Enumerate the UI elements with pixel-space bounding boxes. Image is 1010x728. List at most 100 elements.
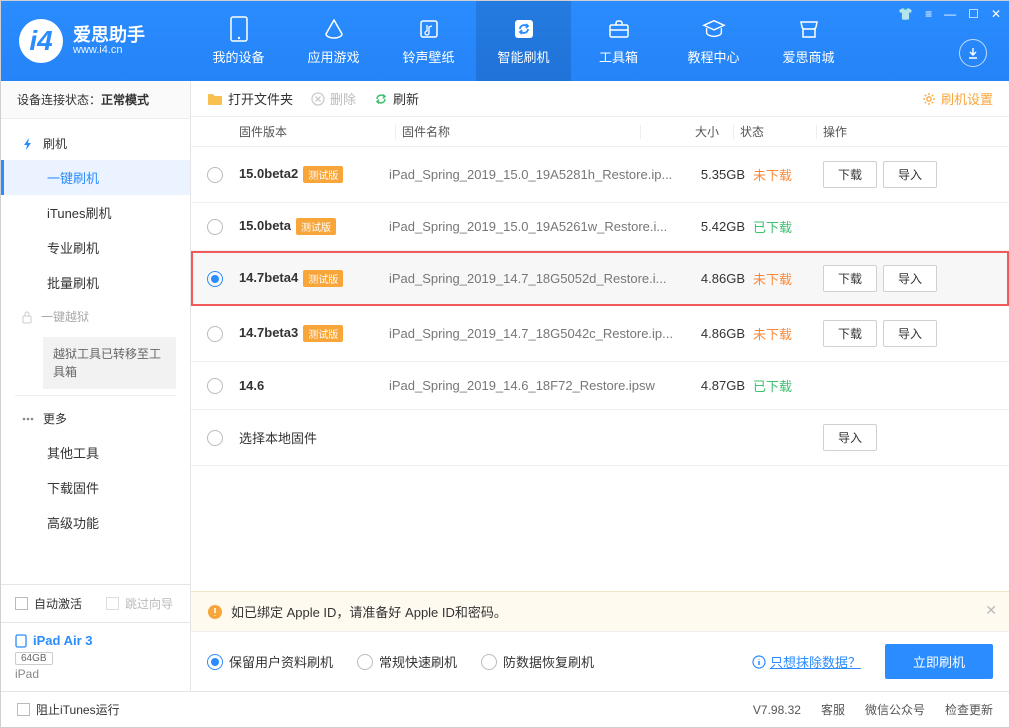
fw-filename: iPad_Spring_2019_14.7_18G5052d_Restore.i…	[389, 271, 673, 286]
nav-ringtones[interactable]: 铃声壁纸	[381, 1, 476, 81]
sidebar-group-jailbreak: 一键越狱	[1, 300, 190, 333]
auto-activate-checkbox[interactable]	[15, 597, 28, 610]
fw-filename: iPad_Spring_2019_14.6_18F72_Restore.ipsw	[389, 378, 673, 393]
device-storage: 64GB	[15, 652, 53, 665]
option-bar: 保留用户资料刷机 常规快速刷机 防数据恢复刷机 只想抹除数据？ 立即刷机	[191, 631, 1009, 691]
radio-icon[interactable]	[207, 271, 223, 287]
beta-badge: 测试版	[296, 218, 336, 235]
sidebar-item-download-fw[interactable]: 下载固件	[1, 470, 190, 505]
warning-icon	[207, 604, 223, 620]
fw-status: 未下载	[753, 269, 823, 288]
th-version: 固件版本	[239, 123, 389, 140]
nav-store[interactable]: 爱思商城	[761, 1, 856, 81]
flash-settings-button[interactable]: 刷机设置	[922, 89, 993, 108]
sidebar-group-more[interactable]: 更多	[1, 402, 190, 435]
sidebar-item-other-tools[interactable]: 其他工具	[1, 435, 190, 470]
footer-wechat[interactable]: 微信公众号	[865, 701, 925, 718]
block-itunes-checkbox[interactable]	[17, 703, 30, 716]
nav-apps[interactable]: 应用游戏	[286, 1, 381, 81]
firmware-row[interactable]: 14.7beta3 测试版 iPad_Spring_2019_14.7_18G504…	[191, 306, 1009, 362]
skip-guide-checkbox[interactable]	[106, 597, 119, 610]
more-icon	[21, 412, 35, 426]
menu-icon[interactable]: ≡	[925, 7, 932, 21]
sidebar-item-advanced[interactable]: 高级功能	[1, 505, 190, 540]
firmware-row[interactable]: 15.0beta2测试版iPad_Spring_2019_15.0_19A528…	[191, 147, 1009, 203]
close-icon[interactable]: ✕	[991, 7, 1001, 21]
download-button[interactable]: 下载	[823, 161, 877, 188]
delete-icon	[311, 92, 325, 106]
fw-size: 4.87GB	[673, 378, 753, 393]
radio-icon	[481, 654, 497, 670]
firmware-row[interactable]: 14.7beta4测试版iPad_Spring_2019_14.7_18G505…	[191, 251, 1009, 306]
sidebar-item-oneclick-flash[interactable]: 一键刷机	[1, 160, 190, 195]
window-controls: 👕 ≡ — ☐ ✕	[898, 7, 1001, 21]
logo-icon: i4	[19, 19, 63, 63]
fw-size: 5.42GB	[673, 219, 753, 234]
tshirt-icon[interactable]: 👕	[898, 7, 913, 21]
checkbox-row-activate: 自动激活 跳过向导	[1, 585, 190, 622]
option-keep-data[interactable]: 保留用户资料刷机	[207, 652, 333, 671]
sidebar-item-pro-flash[interactable]: 专业刷机	[1, 230, 190, 265]
th-size: 大小	[647, 123, 727, 140]
notice-close-icon[interactable]: ✕	[985, 602, 997, 619]
brand-url: www.i4.cn	[73, 44, 145, 56]
maximize-icon[interactable]: ☐	[968, 7, 979, 21]
ringtone-icon	[417, 17, 441, 41]
radio-icon[interactable]	[207, 167, 223, 183]
option-fast-flash[interactable]: 常规快速刷机	[357, 652, 457, 671]
import-button[interactable]: 导入	[883, 320, 937, 347]
th-status: 状态	[740, 123, 810, 140]
footer-version: V7.98.32	[753, 703, 801, 717]
radio-icon[interactable]	[207, 430, 223, 446]
radio-icon	[357, 654, 373, 670]
firmware-row[interactable]: 15.0beta测试版iPad_Spring_2019_15.0_19A5261…	[191, 203, 1009, 251]
store-icon	[797, 17, 821, 41]
import-button[interactable]: 导入	[883, 161, 937, 188]
toolbar: 打开文件夹 删除 刷新 刷机设置	[191, 81, 1009, 117]
nav-tutorials[interactable]: 教程中心	[666, 1, 761, 81]
tutorial-icon	[702, 17, 726, 41]
device-icon	[227, 17, 251, 41]
radio-icon[interactable]	[207, 219, 223, 235]
fw-version: 15.0beta	[239, 218, 291, 233]
firmware-list: 15.0beta2测试版iPad_Spring_2019_15.0_19A528…	[191, 147, 1009, 591]
option-antirecovery[interactable]: 防数据恢复刷机	[481, 652, 594, 671]
device-info[interactable]: iPad Air 3 64GB iPad	[1, 622, 190, 691]
import-button[interactable]: 导入	[883, 265, 937, 292]
sidebar-item-itunes-flash[interactable]: iTunes刷机	[1, 195, 190, 230]
connection-status: 设备连接状态：正常模式	[1, 81, 190, 119]
minimize-icon[interactable]: —	[944, 7, 956, 21]
flash-now-button[interactable]: 立即刷机	[885, 644, 993, 679]
radio-icon[interactable]	[207, 326, 223, 342]
fw-status: 未下载	[753, 165, 823, 184]
footer-service[interactable]: 客服	[821, 701, 845, 718]
nav-flash[interactable]: 智能刷机	[476, 1, 571, 81]
top-nav: 我的设备 应用游戏 铃声壁纸 智能刷机 工具箱 教程中心 爱思商城	[191, 1, 856, 81]
sidebar-group-flash[interactable]: 刷机	[1, 127, 190, 160]
footer-update[interactable]: 检查更新	[945, 701, 993, 718]
import-button[interactable]: 导入	[823, 424, 877, 451]
fw-version: 15.0beta2	[239, 166, 298, 181]
sidebar-item-batch-flash[interactable]: 批量刷机	[1, 265, 190, 300]
download-button[interactable]: 下载	[823, 320, 877, 347]
fw-version: 14.7beta3	[239, 325, 298, 340]
local-firmware-row[interactable]: 选择本地固件导入	[191, 410, 1009, 466]
refresh-button[interactable]: 刷新	[374, 89, 419, 108]
lock-icon	[21, 310, 33, 324]
beta-badge: 测试版	[303, 325, 343, 342]
folder-icon	[207, 92, 223, 106]
nav-toolbox[interactable]: 工具箱	[571, 1, 666, 81]
radio-icon[interactable]	[207, 378, 223, 394]
th-name: 固件名称	[402, 123, 634, 140]
flash-icon	[512, 17, 536, 41]
gear-icon	[922, 92, 936, 106]
jailbreak-note: 越狱工具已转移至工具箱	[43, 337, 176, 389]
open-folder-button[interactable]: 打开文件夹	[207, 89, 293, 108]
download-button[interactable]: 下载	[823, 265, 877, 292]
fw-filename: iPad_Spring_2019_14.7_18G5042c_Restore.i…	[389, 326, 673, 341]
beta-badge: 测试版	[303, 270, 343, 287]
nav-my-device[interactable]: 我的设备	[191, 1, 286, 81]
download-circle-icon[interactable]	[959, 39, 987, 67]
erase-data-link[interactable]: 只想抹除数据？	[752, 652, 861, 671]
firmware-row[interactable]: 14.6iPad_Spring_2019_14.6_18F72_Restore.…	[191, 362, 1009, 410]
